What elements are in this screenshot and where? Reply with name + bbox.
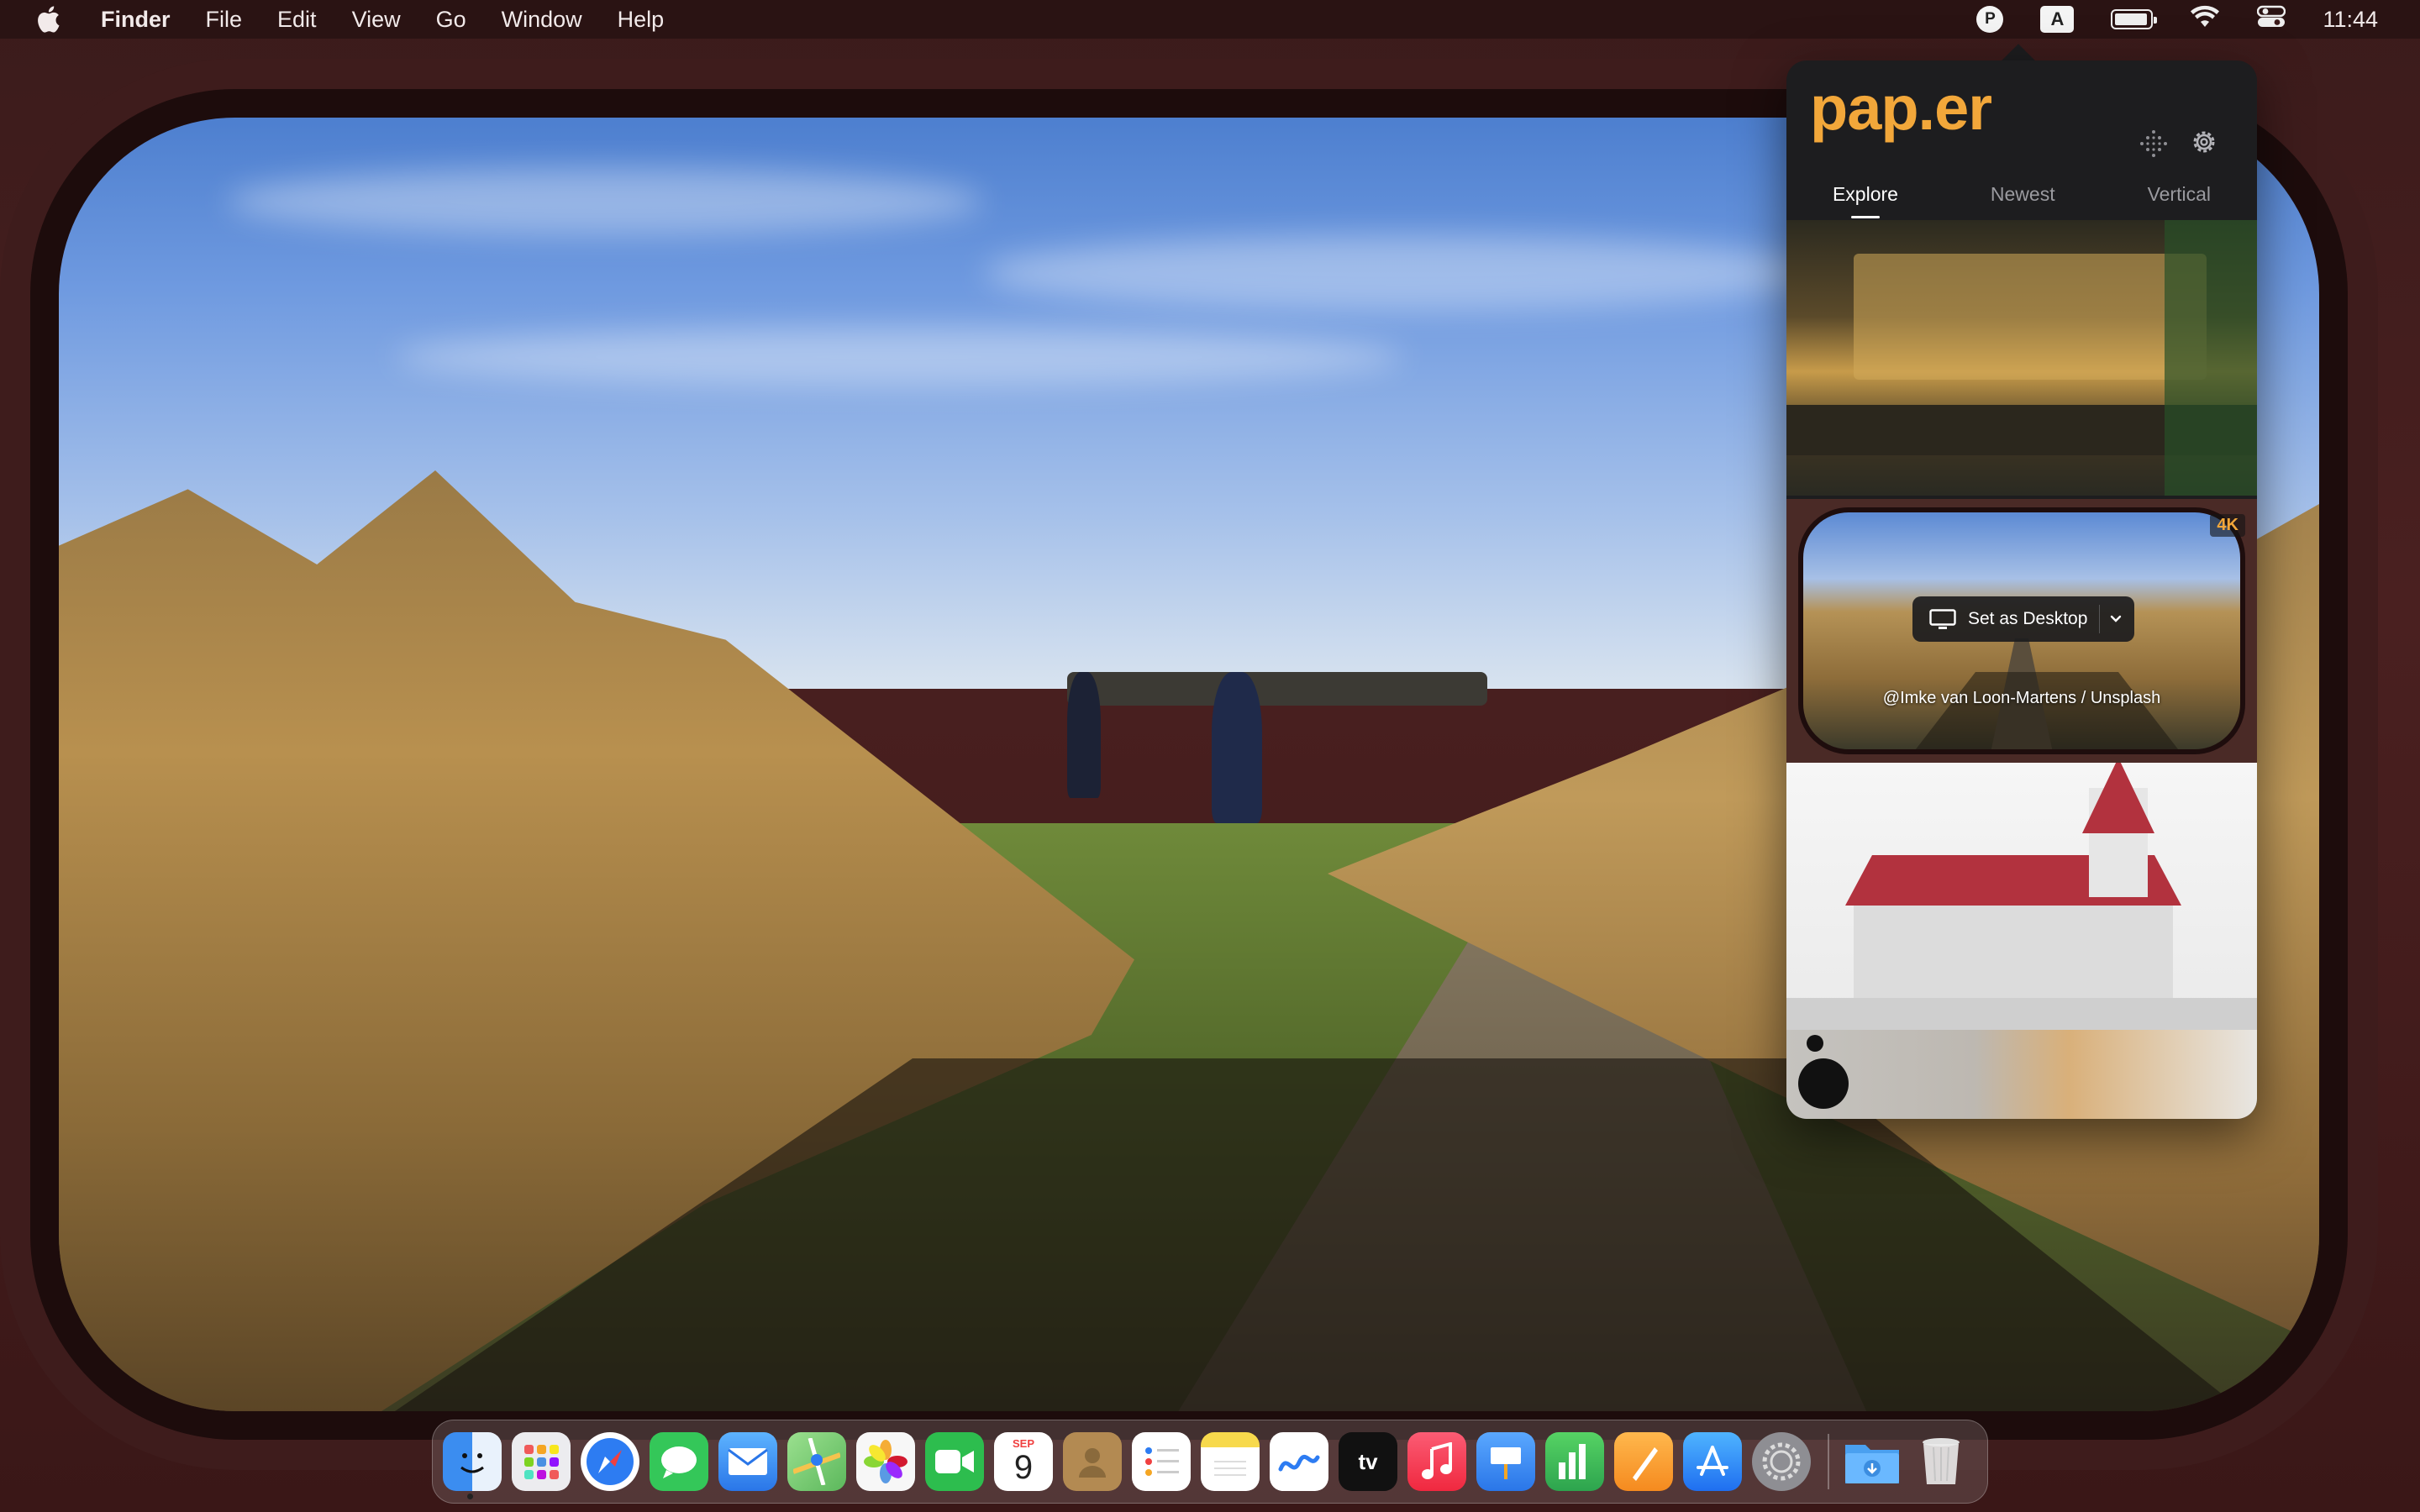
apple-logo-icon[interactable] — [35, 5, 60, 34]
calendar-month: SEP — [1012, 1437, 1034, 1450]
menu-edit[interactable]: Edit — [277, 7, 317, 33]
control-center-icon[interactable] — [2257, 5, 2286, 34]
mail-icon[interactable] — [718, 1432, 777, 1491]
finder-icon[interactable] — [443, 1432, 502, 1491]
menu-go[interactable]: Go — [436, 7, 466, 33]
freeform-icon[interactable] — [1270, 1432, 1328, 1491]
numbers-icon[interactable] — [1545, 1432, 1604, 1491]
chevron-down-icon[interactable] — [2103, 606, 2128, 632]
wallpaper-thumbnail-church[interactable] — [1786, 763, 2257, 1030]
status-area: P A 11:44 — [1976, 0, 2378, 39]
paper-menubar-icon[interactable]: P — [1976, 6, 2004, 33]
music-icon[interactable] — [1407, 1432, 1466, 1491]
tab-newest[interactable]: Newest — [1991, 176, 2055, 218]
dock-divider — [1828, 1434, 1829, 1489]
safari-icon[interactable] — [581, 1432, 639, 1491]
set-as-desktop-label: Set as Desktop — [1968, 609, 2088, 628]
facetime-icon[interactable] — [925, 1432, 984, 1491]
menu-window[interactable]: Window — [502, 7, 582, 33]
input-source-icon[interactable]: A — [2040, 6, 2075, 33]
wallpaper-thumbnail-gallery[interactable] — [1786, 1030, 2257, 1119]
pages-icon[interactable] — [1614, 1432, 1673, 1491]
menu-view[interactable]: View — [352, 7, 401, 33]
gear-icon[interactable] — [2188, 126, 2220, 158]
wifi-icon[interactable] — [2190, 5, 2220, 34]
downloads-folder-icon[interactable] — [1843, 1432, 1902, 1491]
menu-help[interactable]: Help — [618, 7, 665, 33]
maps-icon[interactable] — [787, 1432, 846, 1491]
wallpaper-thumbnail-selected[interactable]: 4K Set as Desktop @Imke van Loon-Martens… — [1786, 499, 2257, 763]
calendar-day: 9 — [1013, 1449, 1034, 1486]
menu-clock[interactable]: 11:44 — [2323, 7, 2378, 33]
launchpad-icon[interactable] — [512, 1432, 571, 1491]
wallpaper-thumbnail-cafe[interactable] — [1786, 220, 2257, 496]
paper-logo: pap.er — [1810, 73, 1992, 143]
app-store-icon[interactable] — [1683, 1432, 1742, 1491]
photo-credit: @Imke van Loon-Martens / Unsplash — [1882, 689, 2161, 707]
battery-icon[interactable] — [2111, 9, 2158, 29]
notes-icon[interactable] — [1201, 1432, 1260, 1491]
menu-file[interactable]: File — [206, 7, 243, 33]
contacts-icon[interactable] — [1063, 1432, 1122, 1491]
menu-app-name[interactable]: Finder — [101, 7, 171, 33]
finder-running-indicator — [467, 1494, 473, 1499]
calendar-icon[interactable]: SEP 9 — [994, 1432, 1053, 1491]
apple-tv-icon[interactable]: tv — [1339, 1432, 1397, 1491]
resolution-badge: 4K — [2210, 514, 2245, 537]
keynote-icon[interactable] — [1476, 1432, 1535, 1491]
messages-icon[interactable] — [650, 1432, 708, 1491]
sparkle-grid-icon[interactable] — [2138, 128, 2170, 160]
person-adult — [1067, 672, 1101, 798]
set-as-desktop-button[interactable]: Set as Desktop — [1912, 596, 2134, 642]
system-settings-icon[interactable] — [1752, 1432, 1811, 1491]
menu-bar: Finder File Edit View Go Window Help P A… — [0, 0, 2420, 39]
paper-tabs: Explore Newest Vertical — [1786, 176, 2257, 218]
display-icon — [1929, 609, 1956, 629]
person-child — [1212, 672, 1262, 823]
photos-icon[interactable] — [856, 1432, 915, 1491]
tab-explore[interactable]: Explore — [1833, 176, 1898, 218]
dock: SEP 9 tv — [432, 1420, 1988, 1504]
paper-popover: pap.er Explore Newest Vertical 4K Set as… — [1786, 60, 2257, 1119]
tab-vertical[interactable]: Vertical — [2148, 176, 2211, 218]
reminders-icon[interactable] — [1132, 1432, 1191, 1491]
trash-icon[interactable] — [1912, 1432, 1970, 1491]
treeline — [1067, 672, 1487, 706]
